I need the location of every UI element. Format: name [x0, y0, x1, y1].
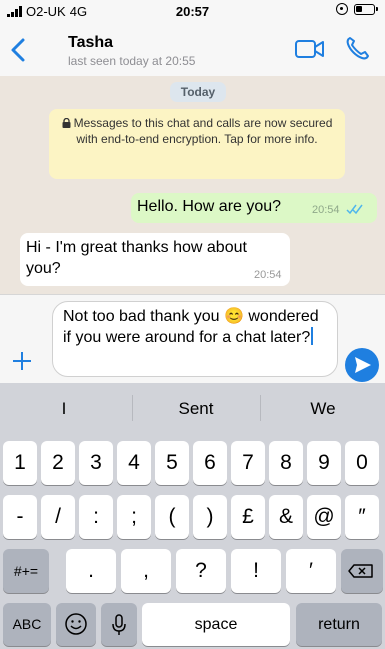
last-seen-status: last seen today at 20:55	[68, 54, 196, 68]
battery-icon	[354, 3, 378, 15]
key-comma[interactable]: ,	[121, 549, 171, 593]
message-time: 20:54	[312, 204, 340, 216]
key-colon[interactable]: :	[79, 495, 113, 539]
emoji-icon	[65, 613, 87, 635]
double-check-icon	[346, 204, 363, 215]
key-6[interactable]: 6	[193, 441, 227, 485]
status-bar: O2-UK 4G 20:57	[0, 0, 385, 22]
encryption-text: Messages to this chat and calls are now …	[73, 116, 333, 146]
encryption-notice[interactable]: Messages to this chat and calls are now …	[49, 109, 345, 179]
key-more-symbols[interactable]: #+=	[3, 549, 49, 593]
status-right	[336, 3, 378, 15]
key-hyphen[interactable]: -	[3, 495, 37, 539]
video-call-button[interactable]	[294, 38, 326, 60]
key-backspace[interactable]	[341, 549, 383, 593]
key-apostrophe[interactable]: ′	[286, 549, 336, 593]
message-text: Hi - I'm great thanks how about you?	[26, 239, 247, 277]
message-incoming[interactable]: Hi - I'm great thanks how about you? 20:…	[20, 233, 290, 286]
key-question[interactable]: ?	[176, 549, 226, 593]
key-close-paren[interactable]: )	[193, 495, 227, 539]
contact-name[interactable]: Tasha	[68, 34, 113, 52]
key-7[interactable]: 7	[231, 441, 265, 485]
voice-call-button[interactable]	[345, 35, 371, 61]
message-input[interactable]: Not too bad thank you 😊 wondered if you …	[52, 301, 338, 377]
status-time: 20:57	[175, 4, 210, 19]
key-2[interactable]: 2	[41, 441, 75, 485]
suggestion-3[interactable]: We	[261, 383, 385, 433]
key-3[interactable]: 3	[79, 441, 113, 485]
phone-icon	[346, 37, 369, 60]
suggestion-bar: I Sent We	[0, 383, 385, 433]
key-period[interactable]: .	[66, 549, 116, 593]
key-semicolon[interactable]: ;	[117, 495, 151, 539]
video-camera-icon	[295, 40, 324, 58]
key-return[interactable]: return	[296, 603, 382, 646]
key-abc[interactable]: ABC	[3, 603, 51, 646]
message-time: 20:54	[254, 269, 282, 281]
draft-text: Not too bad thank you 😊 wondered if you …	[63, 308, 319, 346]
whatsapp-chat-screen: O2-UK 4G 20:57 Tasha last seen today at …	[0, 0, 385, 649]
microphone-icon	[112, 614, 126, 635]
lock-icon	[62, 117, 71, 128]
message-composer: Not too bad thank you 😊 wondered if you …	[0, 294, 385, 383]
key-pound[interactable]: £	[231, 495, 265, 539]
key-at[interactable]: @	[307, 495, 341, 539]
text-cursor	[311, 327, 314, 345]
message-outgoing[interactable]: Hello. How are you? 20:54	[131, 193, 377, 223]
attach-button[interactable]	[12, 351, 32, 371]
keyboard: I Sent We 1 2 3 4 5 6 7 8 9 0 - / : ; ( …	[0, 383, 385, 649]
plus-icon	[13, 352, 31, 370]
send-arrow-icon	[355, 357, 371, 373]
date-separator: Today	[170, 82, 226, 102]
key-8[interactable]: 8	[269, 441, 303, 485]
key-space[interactable]: space	[142, 603, 290, 646]
key-dictation[interactable]	[101, 603, 137, 646]
suggestion-1[interactable]: I	[0, 383, 128, 433]
key-1[interactable]: 1	[3, 441, 37, 485]
chat-header: Tasha last seen today at 20:55	[0, 22, 385, 77]
orientation-lock-icon	[336, 3, 348, 15]
key-5[interactable]: 5	[155, 441, 189, 485]
chevron-left-icon	[11, 38, 25, 62]
key-exclamation[interactable]: !	[231, 549, 281, 593]
message-text: Hello. How are you?	[137, 198, 282, 215]
key-0[interactable]: 0	[345, 441, 379, 485]
chat-messages[interactable]: Today Messages to this chat and calls ar…	[0, 76, 385, 294]
key-9[interactable]: 9	[307, 441, 341, 485]
key-4[interactable]: 4	[117, 441, 151, 485]
key-slash[interactable]: /	[41, 495, 75, 539]
key-open-paren[interactable]: (	[155, 495, 189, 539]
key-emoji[interactable]	[56, 603, 96, 646]
backspace-icon	[348, 564, 373, 578]
key-ampersand[interactable]: &	[269, 495, 303, 539]
key-double-quote[interactable]: ″	[345, 495, 379, 539]
suggestion-2[interactable]: Sent	[133, 383, 259, 433]
back-button[interactable]	[8, 36, 30, 64]
send-button[interactable]	[345, 348, 379, 382]
